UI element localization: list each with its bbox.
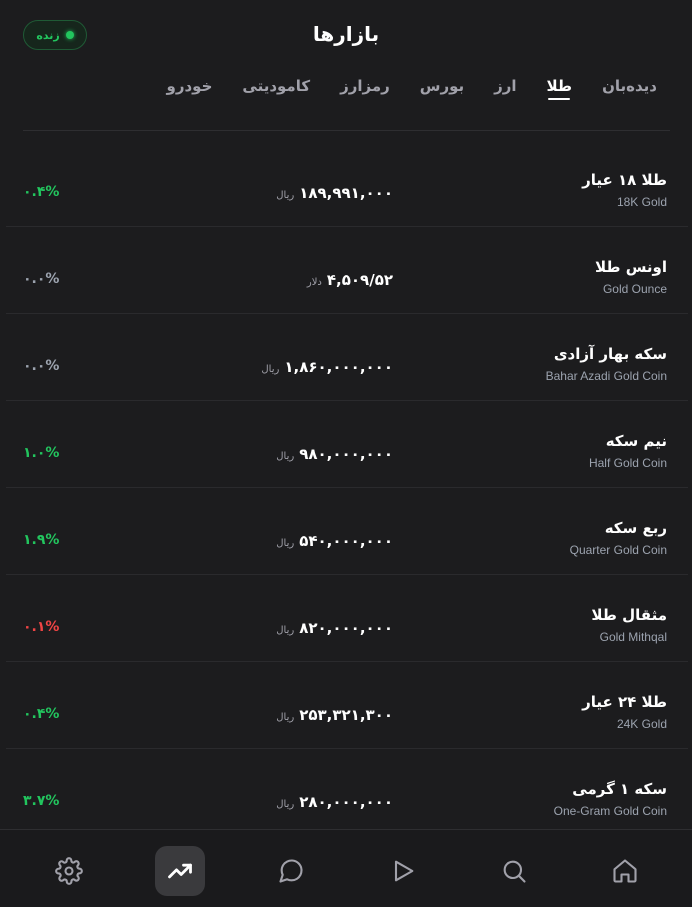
item-name-fa: نیم سکه [605, 432, 667, 450]
nav-chat[interactable] [266, 846, 316, 896]
item-unit: ریال [261, 364, 280, 375]
item-price-value: ۹۸۰,۰۰۰,۰۰۰ [299, 445, 393, 463]
nav-markets[interactable] [155, 846, 205, 896]
item-unit: ریال [276, 451, 295, 462]
item-price-value: ۲۸۰,۰۰۰,۰۰۰ [299, 793, 393, 811]
category-tabs: دیده‌بان طلا ارز بورس رمزارز کامودیتی خو… [152, 70, 672, 110]
list-item[interactable]: سکه ۱ گرمی One-Gram Gold Coin ریال ۲۸۰,۰… [6, 749, 688, 836]
item-price: ریال ۸۲۰,۰۰۰,۰۰۰ [276, 619, 393, 637]
markets-screen: بازارها زنده دیده‌بان طلا ارز بورس رمزار… [0, 0, 692, 907]
item-name: مثقال طلا Gold Mithqal [591, 606, 667, 644]
market-list: طلا ۱۸ عیار 18K Gold ریال ۱۸۹,۹۹۱,۰۰۰ ۰.… [6, 140, 688, 836]
item-price-value: ۴,۵۰۹/۵۲ [326, 271, 393, 289]
item-name-en: Quarter Gold Coin [569, 543, 667, 557]
chat-icon [279, 859, 303, 883]
live-dot-icon [65, 31, 74, 39]
item-name-fa: اونس طلا [594, 258, 667, 276]
item-price: ریال ۱۸۹,۹۹۱,۰۰۰ [276, 184, 393, 202]
list-item[interactable]: طلا ۱۸ عیار 18K Gold ریال ۱۸۹,۹۹۱,۰۰۰ ۰.… [6, 140, 688, 227]
bottom-nav [0, 829, 692, 907]
item-name-en: Half Gold Coin [588, 456, 667, 470]
tab-watchlist[interactable]: دیده‌بان [587, 70, 672, 102]
item-price: ریال ۱,۸۶۰,۰۰۰,۰۰۰ [261, 358, 393, 376]
item-price-value: ۸۲۰,۰۰۰,۰۰۰ [299, 619, 393, 637]
item-name-fa: مثقال طلا [591, 606, 667, 624]
item-name: سکه بهار آزادی Bahar Azadi Gold Coin [546, 345, 667, 383]
live-badge: زنده [23, 20, 87, 50]
item-change: ۰.۴% [23, 184, 60, 200]
item-change: ۰.۰% [23, 271, 60, 287]
tab-car[interactable]: خودرو [152, 70, 228, 102]
nav-settings[interactable] [44, 846, 94, 896]
item-change: ۰.۰% [23, 358, 60, 374]
item-name-en: 24K Gold [616, 717, 667, 731]
item-change: ۱.۰% [23, 445, 60, 461]
item-name-fa: ربع سکه [604, 519, 667, 537]
tab-crypto[interactable]: رمزارز [325, 70, 405, 102]
item-change: ۰.۴% [23, 706, 60, 722]
settings-icon [55, 857, 83, 885]
item-name-en: Gold Mithqal [599, 630, 667, 644]
list-item[interactable]: مثقال طلا Gold Mithqal ریال ۸۲۰,۰۰۰,۰۰۰ … [6, 575, 688, 662]
item-name-en: Bahar Azadi Gold Coin [545, 369, 667, 383]
list-item[interactable]: ربع سکه Quarter Gold Coin ریال ۵۴۰,۰۰۰,۰… [6, 488, 688, 575]
item-price: ریال ۹۸۰,۰۰۰,۰۰۰ [276, 445, 393, 463]
item-change: ۰.۱% [23, 619, 60, 635]
item-name: سکه ۱ گرمی One-Gram Gold Coin [554, 780, 667, 818]
list-item[interactable]: نیم سکه Half Gold Coin ریال ۹۸۰,۰۰۰,۰۰۰ … [6, 401, 688, 488]
item-unit: ریال [276, 190, 295, 201]
item-unit: ریال [276, 538, 295, 549]
tab-stock[interactable]: بورس [405, 70, 479, 102]
item-name-en: Gold Ounce [602, 282, 667, 296]
item-price: ریال ۲۵۳,۳۲۱,۳۰۰ [276, 706, 393, 724]
list-item[interactable]: اونس طلا Gold Ounce دلار ۴,۵۰۹/۵۲ ۰.۰% [6, 227, 688, 314]
live-label: زنده [36, 28, 60, 42]
item-price-value: ۵۴۰,۰۰۰,۰۰۰ [299, 532, 393, 550]
list-item[interactable]: طلا ۲۴ عیار 24K Gold ریال ۲۵۳,۳۲۱,۳۰۰ ۰.… [6, 662, 688, 749]
home-icon [613, 859, 637, 883]
play-icon [394, 860, 414, 882]
item-price: ریال ۵۴۰,۰۰۰,۰۰۰ [276, 532, 393, 550]
item-unit: ریال [276, 712, 295, 723]
item-price-value: ۱۸۹,۹۹۱,۰۰۰ [299, 184, 393, 202]
nav-home[interactable] [600, 846, 650, 896]
item-name-fa: طلا ۲۴ عیار [582, 693, 667, 711]
nav-search[interactable] [489, 846, 539, 896]
item-name-en: One-Gram Gold Coin [553, 804, 667, 818]
nav-play[interactable] [378, 846, 428, 896]
item-name: اونس طلا Gold Ounce [595, 258, 667, 296]
search-icon [503, 860, 526, 883]
item-change: ۳.۷% [23, 793, 60, 809]
item-name-fa: سکه ۱ گرمی [572, 780, 667, 798]
item-name-en: 18K Gold [616, 195, 667, 209]
item-name: ربع سکه Quarter Gold Coin [570, 519, 667, 557]
tabs-divider [23, 130, 670, 131]
item-name-fa: طلا ۱۸ عیار [582, 171, 667, 189]
list-item[interactable]: سکه بهار آزادی Bahar Azadi Gold Coin ریا… [6, 314, 688, 401]
item-unit: ریال [276, 625, 295, 636]
header: بازارها زنده [0, 0, 692, 70]
item-price-value: ۱,۸۶۰,۰۰۰,۰۰۰ [284, 358, 393, 376]
item-name: طلا ۲۴ عیار 24K Gold [582, 693, 667, 731]
item-name: طلا ۱۸ عیار 18K Gold [582, 171, 667, 209]
item-price: دلار ۴,۵۰۹/۵۲ [307, 271, 393, 289]
item-price-value: ۲۵۳,۳۲۱,۳۰۰ [299, 706, 393, 724]
item-change: ۱.۹% [23, 532, 60, 548]
page-title: بازارها [312, 22, 380, 46]
tab-commodity[interactable]: کامودیتی [227, 70, 325, 102]
tab-gold[interactable]: طلا [532, 70, 588, 102]
trending-up-icon [168, 863, 192, 879]
item-name: نیم سکه Half Gold Coin [589, 432, 667, 470]
item-unit: ریال [276, 799, 295, 810]
item-price: ریال ۲۸۰,۰۰۰,۰۰۰ [276, 793, 393, 811]
item-unit: دلار [306, 277, 322, 288]
item-name-fa: سکه بهار آزادی [553, 345, 667, 363]
tab-currency[interactable]: ارز [479, 70, 531, 102]
